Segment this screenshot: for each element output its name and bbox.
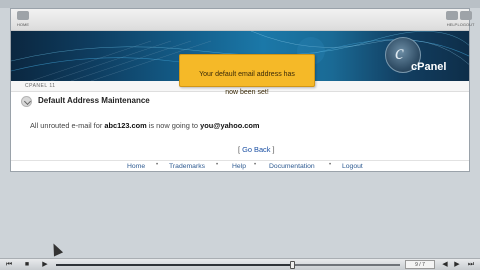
success-notice: Your default email address has now been …: [179, 54, 315, 96]
fast-forward-icon[interactable]: ⏭: [466, 261, 476, 269]
go-back-row: [ Go Back ]: [238, 145, 275, 154]
destination-address: you@yahoo.com: [200, 121, 260, 130]
footer-separator: •: [254, 162, 257, 168]
message-prefix: All unrouted e-mail for: [30, 121, 105, 130]
home-icon: [17, 11, 29, 20]
mouse-cursor-icon: [50, 242, 62, 256]
cpanel-logo-text: cPanel: [411, 61, 447, 73]
go-back-bracket-close: ]: [270, 145, 275, 154]
logout-icon: [460, 11, 472, 20]
cpanel-logo-mark: c: [395, 42, 404, 64]
status-message: All unrouted e-mail for abc123.com is no…: [30, 121, 259, 130]
cpanel-version-label: CPANEL 11: [25, 83, 56, 89]
domain-name: abc123.com: [104, 121, 147, 130]
notice-line-2: now been set!: [225, 89, 269, 96]
footer-nav: Home • Trademarks • Help • Documentation…: [11, 160, 469, 172]
seek-bar[interactable]: [56, 261, 400, 269]
logout-button[interactable]: LOGOUT: [455, 11, 477, 29]
go-back-link[interactable]: Go Back: [242, 145, 270, 154]
video-player-bar: ⏮ ■ ▶ 9 / 7 ◀ ▶ ⏭: [0, 258, 480, 270]
desktop-top-strip: [0, 0, 480, 8]
footer-link-trademarks[interactable]: Trademarks: [169, 163, 205, 170]
message-middle: is now going to: [146, 121, 201, 130]
previous-icon[interactable]: ◀: [440, 261, 450, 269]
logout-label: LOGOUT: [457, 22, 475, 27]
browser-window: HOME HELP LOGOUT c cPanel CPANEL 11 Defa…: [10, 8, 474, 172]
seek-progress: [56, 264, 293, 266]
footer-separator: •: [329, 162, 332, 168]
skip-back-icon[interactable]: ⏮: [4, 261, 14, 269]
home-button[interactable]: HOME: [12, 11, 34, 29]
footer-separator: •: [156, 162, 159, 168]
page-title: Default Address Maintenance: [38, 96, 150, 105]
footer-link-documentation[interactable]: Documentation: [269, 163, 315, 170]
seek-handle[interactable]: [290, 261, 295, 269]
play-icon[interactable]: ▶: [40, 261, 50, 269]
down-arrow-icon: [21, 96, 32, 107]
next-icon[interactable]: ▶: [452, 261, 462, 269]
slide-counter: 9 / 7: [405, 260, 435, 269]
cpanel-toolbar: HOME HELP LOGOUT: [11, 9, 474, 31]
home-label: HOME: [17, 22, 29, 27]
footer-separator: •: [216, 162, 219, 168]
stop-icon[interactable]: ■: [22, 261, 32, 269]
footer-link-help[interactable]: Help: [232, 163, 246, 170]
footer-link-logout[interactable]: Logout: [342, 163, 363, 170]
footer-link-home[interactable]: Home: [127, 163, 145, 170]
notice-line-1: Your default email address has: [199, 71, 295, 78]
